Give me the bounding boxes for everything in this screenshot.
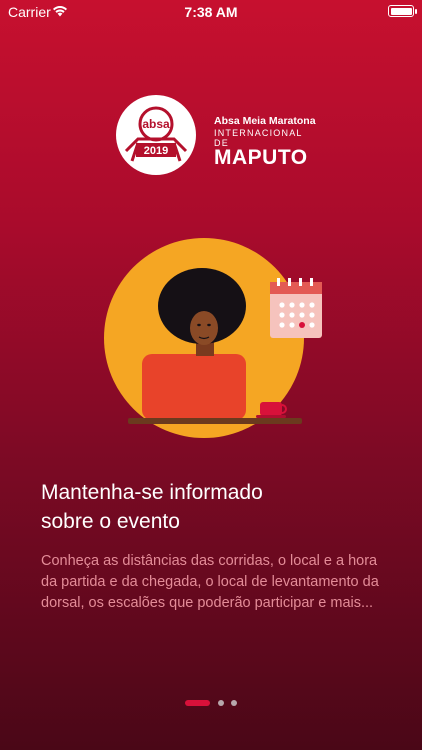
- logo-title-line3: MAPUTO: [214, 146, 308, 169]
- badge-text: absa: [142, 117, 170, 131]
- page-dot[interactable]: [218, 700, 224, 706]
- title-line2: sobre o evento: [41, 510, 180, 533]
- onboarding-description: Conheça as distâncias das corridas, o lo…: [41, 553, 379, 611]
- onboarding-title: Mantenha-se informado sobre o evento: [41, 478, 381, 536]
- calendar-icon: [270, 278, 322, 338]
- page-dot-active[interactable]: [185, 700, 210, 706]
- status-bar: Carrier 7:38 AM: [0, 0, 422, 24]
- sweater: [142, 354, 246, 420]
- battery-icon: [388, 5, 417, 17]
- absa-badge-icon: absa 2019: [116, 95, 196, 175]
- badge-year: 2019: [144, 145, 168, 157]
- clock: 7:38 AM: [184, 4, 238, 20]
- title-line1: Mantenha-se informado: [41, 481, 263, 504]
- logo-title-line2: INTERNACIONAL DE: [214, 128, 303, 148]
- face: [190, 311, 218, 345]
- page-dot[interactable]: [231, 700, 237, 706]
- onboarding-illustration: [104, 238, 322, 438]
- logo-title-line1: Absa Meia Maratona: [214, 115, 316, 127]
- coffee-cup-icon: [256, 402, 287, 418]
- event-logo: absa 2019 Absa Meia Maratona INTERNACION…: [116, 95, 316, 185]
- table: [128, 418, 302, 424]
